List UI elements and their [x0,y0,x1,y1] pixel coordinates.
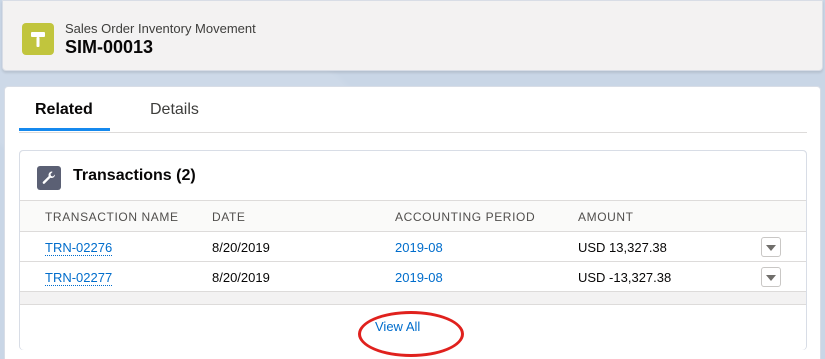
related-list-title[interactable]: Transactions (2) [73,167,196,185]
view-all-link[interactable]: View All [375,319,420,334]
chevron-down-icon [766,268,776,286]
record-header: Sales Order Inventory Movement SIM-00013 [2,0,823,71]
record-type-label: Sales Order Inventory Movement [65,21,256,36]
transaction-name-link[interactable]: TRN-02277 [45,270,113,286]
related-list-header: Transactions (2) [20,151,806,201]
table-row: TRN-02277 8/20/2019 2019-08 USD -13,327.… [20,262,806,292]
row-actions-button[interactable] [761,267,781,287]
tab-bar: Related Details [19,87,807,133]
transactions-table: Transaction Name Date Accounting Period … [20,201,806,292]
column-header-date: Date [212,210,246,224]
transaction-name-link[interactable]: TRN-02276 [45,240,113,256]
chevron-down-icon [766,238,776,256]
main-card: Related Details Transactions (2) Transac… [4,86,821,359]
hammer-icon [22,23,54,55]
transaction-date: 8/20/2019 [212,270,270,285]
transaction-date: 8/20/2019 [212,240,270,255]
accounting-period-link[interactable]: 2019-08 [395,270,443,285]
accounting-period-link[interactable]: 2019-08 [395,240,443,255]
column-header-transaction-name: Transaction Name [45,210,179,224]
highlight-circle-annotation [358,311,464,357]
wrench-icon [37,166,61,190]
related-list-footer: View All [20,304,806,357]
active-tab-indicator [19,128,110,131]
related-list-transactions: Transactions (2) Transaction Name Date A… [19,150,807,357]
table-row: TRN-02276 8/20/2019 2019-08 USD 13,327.3… [20,232,806,262]
transaction-amount: USD -13,327.38 [578,270,672,285]
column-header-amount: Amount [578,210,634,224]
tab-related[interactable]: Related [35,101,93,119]
table-header-row: Transaction Name Date Accounting Period … [20,201,806,232]
row-actions-button[interactable] [761,237,781,257]
column-header-accounting-period: Accounting Period [395,210,536,224]
transaction-amount: USD 13,327.38 [578,240,667,255]
record-name: SIM-00013 [65,37,154,57]
tab-details[interactable]: Details [150,101,199,119]
